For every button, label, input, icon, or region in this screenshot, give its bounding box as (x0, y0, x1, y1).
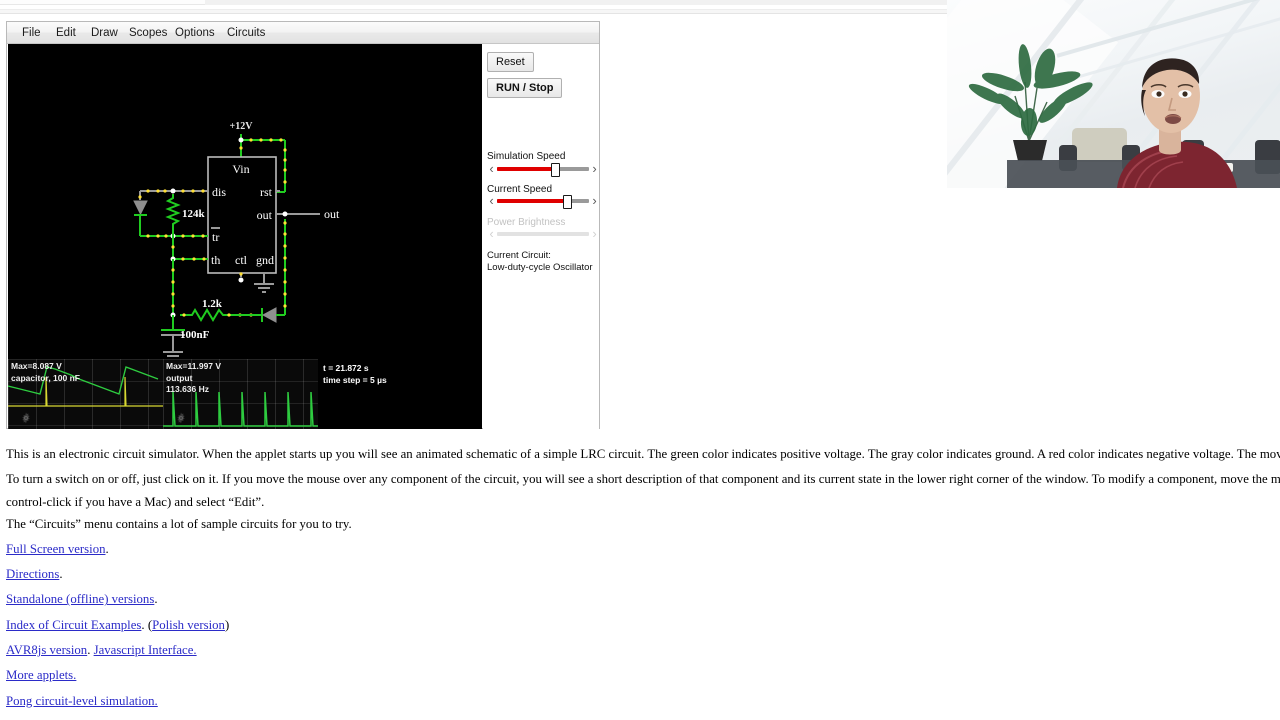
resistor-1k2-label: 1.2k (202, 298, 223, 310)
scope-panel[interactable]: Max=8.087 V capacitor, 100 nF Max=11.997… (8, 359, 482, 429)
scope-output-label: Max=11.997 V output 113.636 Hz (166, 361, 221, 396)
gear-icon[interactable] (20, 412, 32, 424)
scope-output-freq: 113.636 Hz (166, 384, 210, 394)
page-description: This is an electronic circuit simulator.… (0, 436, 1280, 720)
current-circuit-name: Low-duty-cycle Oscillator (487, 262, 593, 273)
link-index-of-circuit-examples[interactable]: Index of Circuit Examples (6, 618, 141, 632)
simulation-info-area: t = 21.872 s time step = 5 µs (318, 359, 482, 429)
current-speed-decrease-arrow[interactable]: ‹ (487, 193, 496, 209)
link-line-standalone: Standalone (offline) versions. (0, 587, 1280, 612)
link-line-full-screen: Full Screen version. (0, 537, 1280, 562)
gear-icon[interactable] (175, 412, 187, 424)
pin-ctl-label: ctl (235, 253, 248, 267)
pin-out-label: out (257, 208, 273, 222)
current-speed-fill (497, 199, 566, 203)
scope-capacitor-max: Max=8.087 V (11, 361, 62, 371)
pin-vin-label: Vin (232, 162, 249, 176)
link-javascript-interface[interactable]: Javascript Interface. (94, 643, 197, 657)
current-speed-slider[interactable]: ‹ › (487, 193, 599, 209)
javascript-version-line: Javascript version. Latest changes here,… (0, 714, 1280, 720)
link-polish-version[interactable]: Polish version (152, 618, 225, 632)
pin-dis-label: dis (212, 185, 226, 199)
scope-output[interactable]: Max=11.997 V output 113.636 Hz (163, 359, 318, 429)
sim-time-label: t = 21.872 s (323, 363, 369, 373)
current-speed-increase-arrow[interactable]: › (590, 193, 599, 209)
current-circuit-label: Current Circuit: (487, 250, 551, 261)
supply-label: +12V (230, 121, 254, 132)
scope-capacitor-name: capacitor, 100 nF (11, 372, 80, 383)
run-stop-button[interactable]: RUN / Stop (487, 78, 563, 98)
paragraph-intro: This is an electronic circuit simulator.… (6, 447, 1280, 461)
circuit-schematic[interactable]: .gw{stroke:#20cc20;stroke-width:2;fill:n… (8, 44, 482, 361)
menu-file[interactable]: File (13, 22, 50, 44)
resistor-124k-label: 124k (182, 208, 206, 220)
sim-speed-fill (497, 167, 554, 171)
capacitor-100nf-label: 100nF (180, 329, 210, 341)
link-suffix: . (59, 567, 63, 582)
link-suffix: . (154, 592, 158, 607)
sim-speed-increase-arrow[interactable]: › (590, 161, 599, 177)
pin-gnd-label: gnd (256, 253, 274, 267)
link-line-pong: Pong circuit-level simulation. (0, 689, 1280, 714)
link-more-applets[interactable]: More applets. (6, 668, 76, 682)
out-node-label: out (324, 207, 340, 221)
simulation-canvas[interactable]: .gw{stroke:#20cc20;stroke-width:2;fill:n… (8, 44, 482, 429)
pin-rst-label: rst (260, 185, 273, 199)
reset-button[interactable]: Reset (487, 52, 534, 72)
scope-output-max: Max=11.997 V (166, 361, 222, 371)
sim-timestep-label: time step = 5 µs (323, 375, 387, 385)
current-speed-track[interactable] (497, 199, 589, 203)
pin-tr-label: tr (212, 230, 219, 244)
link-full-screen[interactable]: Full Screen version (6, 542, 106, 556)
link-line-index: Index of Circuit Examples. (Polish versi… (0, 613, 1280, 638)
link-suffix: . (105, 541, 109, 556)
scope-capacitor[interactable]: Max=8.087 V capacitor, 100 nF (8, 359, 163, 429)
sim-speed-decrease-arrow[interactable]: ‹ (487, 161, 496, 177)
link-standalone-versions[interactable]: Standalone (offline) versions (6, 592, 154, 606)
pin-th-label: th (211, 253, 220, 267)
webcam-background-room (947, 0, 1280, 188)
current-circuit-info: Current Circuit: Low-duty-cycle Oscillat… (487, 250, 593, 274)
link-line-avr8js: AVR8js version. Javascript Interface. (0, 638, 1280, 663)
paragraph-switch-line2: control-click if you have a Mac) and sel… (6, 494, 265, 509)
current-speed-thumb[interactable] (563, 195, 572, 209)
link-avr8js-version[interactable]: AVR8js version (6, 643, 87, 657)
power-brightness-decrease-arrow: ‹ (489, 226, 494, 241)
power-brightness-slider: ‹ › (487, 226, 599, 242)
paren-close: ) (224, 617, 230, 632)
sim-speed-thumb[interactable] (551, 163, 560, 177)
power-brightness-increase-arrow: › (592, 226, 597, 241)
scope-capacitor-label: Max=8.087 V capacitor, 100 nF (11, 361, 80, 384)
circuit-simulator-applet: File Edit Draw Scopes Options Circuits .… (6, 21, 600, 429)
schematic-svg: .gw{stroke:#20cc20;stroke-width:2;fill:n… (133, 121, 340, 361)
simulation-speed-slider[interactable]: ‹ › (487, 161, 599, 177)
link-line-directions: Directions. (0, 562, 1280, 587)
link-pong-simulation[interactable]: Pong circuit-level simulation. (6, 694, 158, 708)
paragraph-circuits-menu: The “Circuits” menu contains a lot of sa… (6, 516, 352, 531)
power-brightness-track (497, 232, 589, 236)
sim-speed-track[interactable] (497, 167, 589, 171)
link-directions[interactable]: Directions (6, 567, 59, 581)
person-figure (1117, 58, 1237, 188)
control-panel: Reset RUN / Stop Simulation Speed ‹ › Cu… (483, 44, 599, 429)
webcam-overlay[interactable] (947, 0, 1280, 188)
menu-edit[interactable]: Edit (47, 22, 85, 44)
scope-output-name: output (166, 372, 193, 383)
menu-options[interactable]: Options (166, 22, 224, 44)
link-line-more-applets: More applets. (0, 663, 1280, 688)
simulation-info-text: t = 21.872 s time step = 5 µs (323, 362, 387, 386)
paragraph-switch-line1: To turn a switch on or off, just click o… (6, 472, 1280, 487)
menu-circuits[interactable]: Circuits (218, 22, 274, 44)
applet-menubar: File Edit Draw Scopes Options Circuits (7, 22, 599, 44)
